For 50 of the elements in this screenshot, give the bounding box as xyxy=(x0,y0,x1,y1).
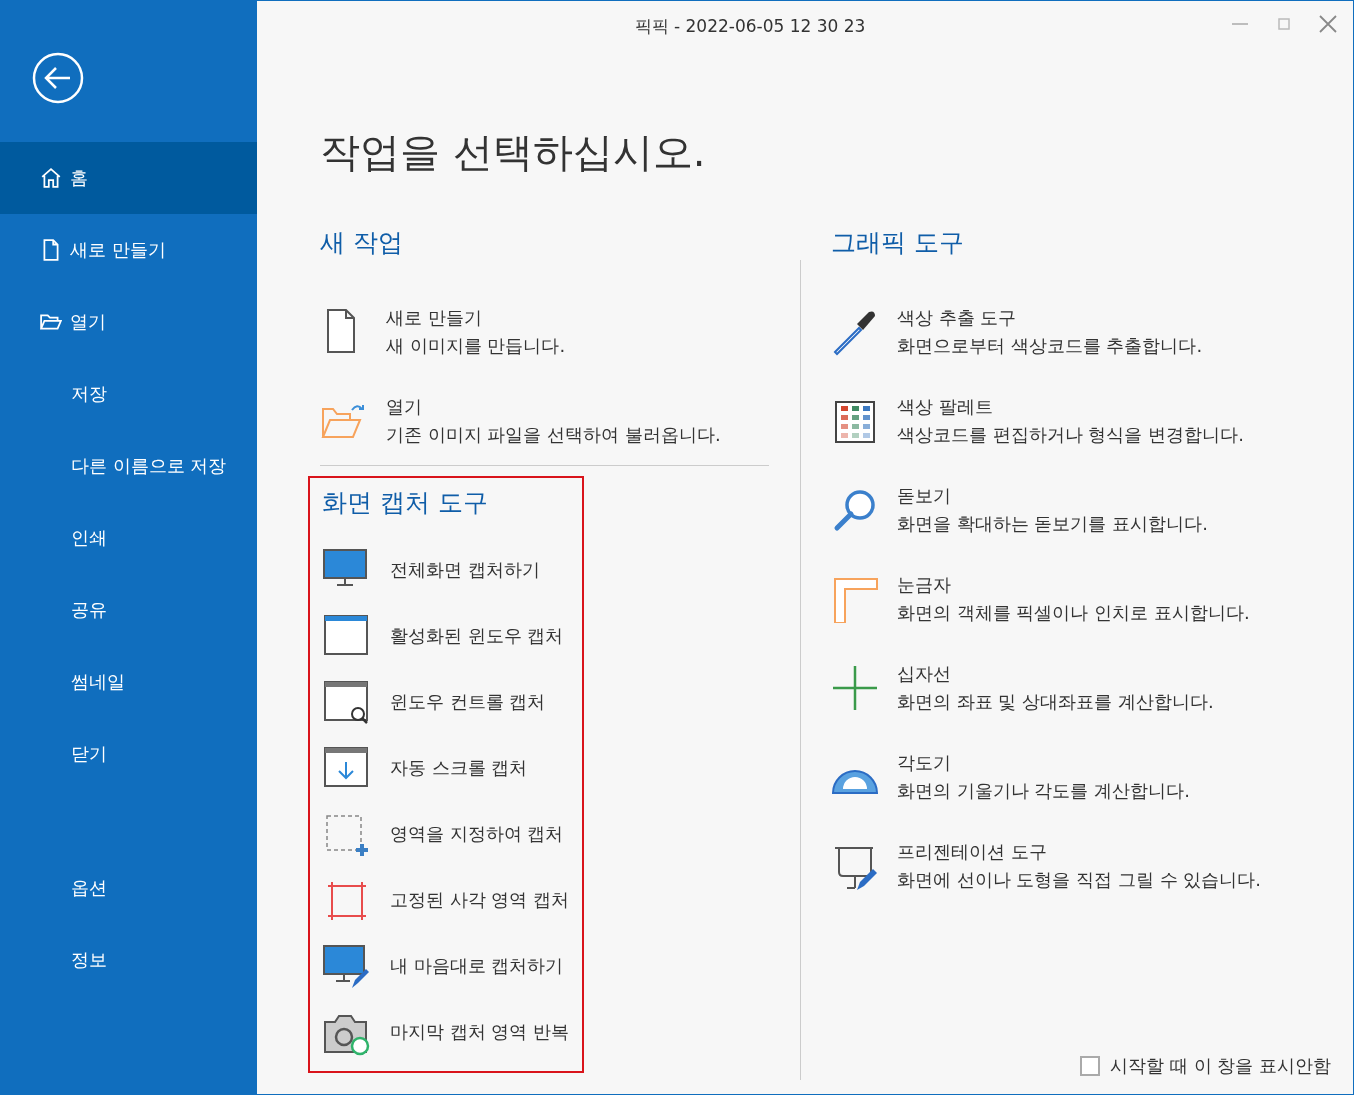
checkbox-label[interactable]: 시작할 때 이 창을 표시안함 xyxy=(1110,1054,1331,1078)
task-title[interactable]: 십자선 xyxy=(897,662,1214,685)
task-title[interactable]: 새로 만들기 xyxy=(386,306,566,329)
sidebar-item[interactable]: 다른 이름으로 저장 xyxy=(0,430,257,502)
task-description: 기존 이미지 파일을 선택하여 불러옵니다. xyxy=(386,423,721,446)
task-description: 화면의 좌표 및 상대좌표를 계산합니다. xyxy=(897,690,1214,713)
page-heading: 작업을 선택하십시오. xyxy=(320,128,707,177)
task-title[interactable]: 눈금자 xyxy=(897,573,1250,596)
capture-tool-link[interactable]: 윈도우 컨트롤 캡처 xyxy=(390,690,546,714)
sidebar-item[interactable]: 공유 xyxy=(0,574,257,646)
capture-tool-link[interactable]: 영역을 지정하여 캡처 xyxy=(390,822,564,846)
sidebar-item[interactable]: 정보 xyxy=(0,924,257,996)
section-title: 새 작업 xyxy=(320,227,404,259)
capture-tool-link[interactable]: 내 마음대로 캡처하기 xyxy=(390,954,564,978)
sidebar-item[interactable]: 인쇄 xyxy=(0,502,257,574)
capture-tool-link[interactable]: 자동 스크롤 캡처 xyxy=(390,756,528,780)
section-title: 화면 캡처 도구 xyxy=(322,487,489,519)
sidebar-item[interactable]: 저장 xyxy=(0,358,257,430)
sidebar-item[interactable]: 닫기 xyxy=(0,718,257,790)
sidebar-item[interactable]: 열기 xyxy=(0,286,257,358)
close-icon[interactable] xyxy=(1317,13,1339,35)
checkbox[interactable] xyxy=(1080,1056,1101,1076)
capture-tool-link[interactable]: 활성화된 윈도우 캡처 xyxy=(390,624,564,648)
task-description: 화면을 확대하는 돋보기를 표시합니다. xyxy=(897,512,1208,535)
task-description: 새 이미지를 만듭니다. xyxy=(386,334,566,357)
home-icon xyxy=(40,167,62,189)
capture-tool-link[interactable]: 마지막 캡처 영역 반복 xyxy=(390,1020,570,1044)
task-description: 색상코드를 편집하거나 형식을 변경합니다. xyxy=(897,423,1244,446)
task-description: 화면의 객체를 픽셀이나 인치로 표시합니다. xyxy=(897,601,1250,624)
task-description: 화면에 선이나 도형을 직접 그릴 수 있습니다. xyxy=(897,868,1262,891)
sidebar-item[interactable]: 옵션 xyxy=(0,852,257,924)
sidebar-item[interactable]: 홈 xyxy=(0,142,257,214)
crosshair-icon[interactable] xyxy=(831,663,879,712)
task-title[interactable]: 돋보기 xyxy=(897,484,1208,507)
window-title: 픽픽 - 2022-06-05 12 30 23 xyxy=(634,14,866,38)
monitor-pen-icon[interactable] xyxy=(322,942,370,990)
task-description: 화면의 기울기나 각도를 계산합니다. xyxy=(897,779,1190,802)
task-title[interactable]: 각도기 xyxy=(897,751,1190,774)
capture-tool-link[interactable]: 고정된 사각 영역 캡처 xyxy=(390,888,570,912)
task-title[interactable]: 열기 xyxy=(386,395,721,418)
task-title[interactable]: 프리젠테이션 도구 xyxy=(897,840,1262,863)
task-description: 화면으로부터 색상코드를 추출합니다. xyxy=(897,334,1203,357)
sidebar-item[interactable]: 썸네일 xyxy=(0,646,257,718)
task-title[interactable]: 색상 팔레트 xyxy=(897,395,1244,418)
sidebar-item[interactable]: 새로 만들기 xyxy=(0,214,257,286)
task-title[interactable]: 색상 추출 도구 xyxy=(897,306,1203,329)
section-title: 그래픽 도구 xyxy=(831,227,965,259)
back-icon[interactable] xyxy=(32,52,84,104)
window-search-icon[interactable] xyxy=(322,678,370,726)
capture-tool-link[interactable]: 전체화면 캡처하기 xyxy=(390,558,540,582)
